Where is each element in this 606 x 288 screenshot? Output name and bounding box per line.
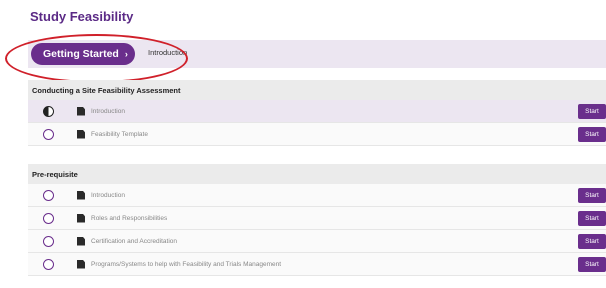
start-button[interactable]: Start [578,126,606,142]
start-button[interactable]: Start [578,210,606,226]
empty-circle-status-icon [43,128,54,140]
item-label[interactable]: Introduction [91,108,125,115]
list-item[interactable]: Feasibility Template Start [28,123,606,146]
progress-bar: Getting Started › Introduction [28,40,606,68]
document-icon [77,213,85,223]
getting-started-button[interactable]: Getting Started › [31,43,135,65]
list-item[interactable]: Programs/Systems to help with Feasibilit… [28,253,606,276]
start-button[interactable]: Start [578,256,606,272]
section-header: Pre-requisite [28,164,606,184]
document-icon [77,190,85,200]
start-button[interactable]: Start [578,233,606,249]
empty-circle-status-icon [43,258,54,270]
section-header: Conducting a Site Feasibility Assessment [28,80,606,100]
section-pre-requisite: Pre-requisite Introduction Start Roles a… [28,164,606,276]
document-icon [77,259,85,269]
item-label[interactable]: Roles and Responsibilities [91,215,167,222]
document-icon [77,106,85,116]
list-item[interactable]: Introduction Start [28,184,606,207]
chevron-right-icon: › [124,49,128,59]
document-icon [77,236,85,246]
empty-circle-status-icon [43,189,54,201]
empty-circle-status-icon [43,235,54,247]
empty-circle-status-icon [43,212,54,224]
page-title: Study Feasibility [30,9,134,24]
half-circle-status-icon [43,105,54,117]
item-label[interactable]: Certification and Accreditation [91,238,177,245]
section-site-feasibility: Conducting a Site Feasibility Assessment… [28,80,606,146]
current-step-label: Introduction [148,48,188,57]
start-button[interactable]: Start [578,103,606,119]
getting-started-label: Getting Started [43,48,119,60]
list-item[interactable]: Introduction Start [28,100,606,123]
list-item[interactable]: Roles and Responsibilities Start [28,207,606,230]
item-label[interactable]: Introduction [91,192,125,199]
list-item[interactable]: Certification and Accreditation Start [28,230,606,253]
start-button[interactable]: Start [578,187,606,203]
document-icon [77,129,85,139]
item-label[interactable]: Feasibility Template [91,131,148,138]
item-label[interactable]: Programs/Systems to help with Feasibilit… [91,261,281,268]
